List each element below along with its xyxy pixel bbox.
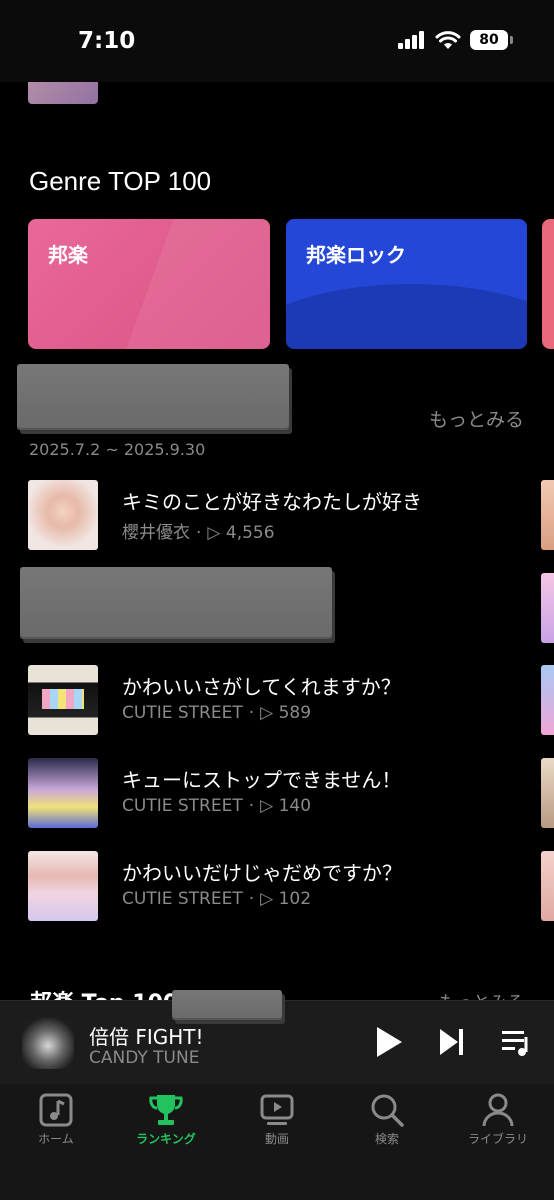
song-title: キューにストップできません！	[122, 768, 402, 792]
song-thumbnail	[28, 665, 98, 735]
tab-library[interactable]: ライブラリ	[448, 1092, 548, 1147]
search-icon	[371, 1094, 404, 1127]
genre-card-hogaku-rock[interactable]: 邦楽ロック	[286, 219, 527, 349]
song-meta: CUTIE STREET · ▷ 589	[122, 703, 312, 723]
play-count: 589	[278, 703, 312, 723]
redacted-block	[17, 364, 289, 430]
list-item[interactable]: かわいいだけじゃだめですか？ CUTIE STREET · ▷ 102	[28, 851, 554, 923]
redacted-block	[20, 567, 332, 639]
tab-label: 動画	[264, 1132, 289, 1146]
song-artist: CUTIE STREET	[122, 796, 243, 816]
tab-home[interactable]: ホーム	[6, 1092, 106, 1147]
redacted-block	[172, 990, 282, 1020]
date-range: 2025.7.2 ~ 2025.9.30	[29, 440, 206, 459]
song-title: キミのことが好きなわたしが好き	[122, 490, 422, 514]
list-item[interactable]: かわいいさがしてくれますか？ CUTIE STREET · ▷ 589	[28, 665, 554, 737]
tab-ranking[interactable]: ランキング	[116, 1092, 216, 1147]
song-thumbnail	[28, 758, 98, 828]
play-count: 140	[278, 796, 312, 816]
video-icon	[260, 1094, 294, 1125]
tab-label: ライブラリ	[467, 1132, 528, 1146]
queue-icon[interactable]	[500, 1025, 532, 1059]
next-column-thumbnail[interactable]	[541, 480, 554, 550]
song-meta: 櫻井優衣 · ▷ 4,556	[122, 523, 275, 543]
song-title: かわいいだけじゃだめですか？	[122, 861, 402, 885]
trophy-icon	[149, 1095, 183, 1125]
list-item[interactable]: キミのことが好きなわたしが好き 櫻井優衣 · ▷ 4,556	[28, 480, 554, 552]
tab-label: 検索	[374, 1132, 399, 1146]
play-count-icon: ▷	[260, 889, 274, 909]
genre-card-next[interactable]	[542, 219, 554, 349]
genre-card-label: 邦楽	[48, 243, 88, 267]
play-count-icon: ▷	[260, 796, 274, 816]
person-icon	[482, 1093, 514, 1127]
play-count-icon: ▷	[260, 703, 274, 723]
battery-level: 80	[479, 32, 499, 48]
signal-icon	[398, 31, 424, 49]
genre-section-title: Genre TOP 100	[29, 166, 212, 196]
list-item[interactable]: キューにストップできません！ CUTIE STREET · ▷ 140	[28, 758, 554, 830]
genre-card-hogaku[interactable]: 邦楽	[28, 219, 270, 349]
song-thumbnail	[28, 480, 98, 550]
now-playing-title: 倍倍 FIGHT!	[89, 1025, 204, 1049]
next-column-thumbnail[interactable]	[541, 573, 554, 643]
now-playing-thumbnail	[22, 1017, 74, 1069]
status-icons: 80	[398, 30, 513, 50]
now-playing-artist: CANDY TUNE	[89, 1048, 200, 1068]
tab-video[interactable]: 動画	[227, 1092, 327, 1147]
status-bar: 7:10 80	[0, 0, 554, 82]
song-meta: CUTIE STREET · ▷ 140	[122, 796, 312, 816]
next-column-thumbnail[interactable]	[541, 851, 554, 921]
play-count: 4,556	[225, 523, 275, 543]
play-count: 102	[278, 889, 312, 909]
next-column-thumbnail[interactable]	[541, 758, 554, 828]
tab-label: ランキング	[136, 1132, 196, 1146]
song-title: かわいいさがしてくれますか？	[122, 675, 401, 699]
more-link[interactable]: もっとみる	[429, 405, 524, 432]
song-artist: 櫻井優衣	[122, 523, 190, 543]
tab-search[interactable]: 検索	[337, 1092, 437, 1147]
play-icon[interactable]	[374, 1025, 404, 1059]
music-note-icon	[39, 1093, 73, 1127]
play-count-icon: ▷	[207, 523, 221, 543]
song-meta: CUTIE STREET · ▷ 102	[122, 889, 312, 909]
battery-icon: 80	[470, 30, 513, 50]
tab-bar: ホーム ランキング 動画 検索 ライブラリ	[0, 1084, 554, 1200]
song-artist: CUTIE STREET	[122, 703, 243, 723]
next-column-thumbnail[interactable]	[541, 665, 554, 735]
genre-card-label: 邦楽ロック	[306, 243, 406, 267]
wifi-icon	[435, 30, 461, 49]
status-time: 7:10	[78, 28, 136, 54]
song-artist: CUTIE STREET	[122, 889, 243, 909]
tab-label: ホーム	[38, 1132, 74, 1146]
skip-next-icon[interactable]	[438, 1025, 466, 1059]
song-thumbnail	[28, 851, 98, 921]
